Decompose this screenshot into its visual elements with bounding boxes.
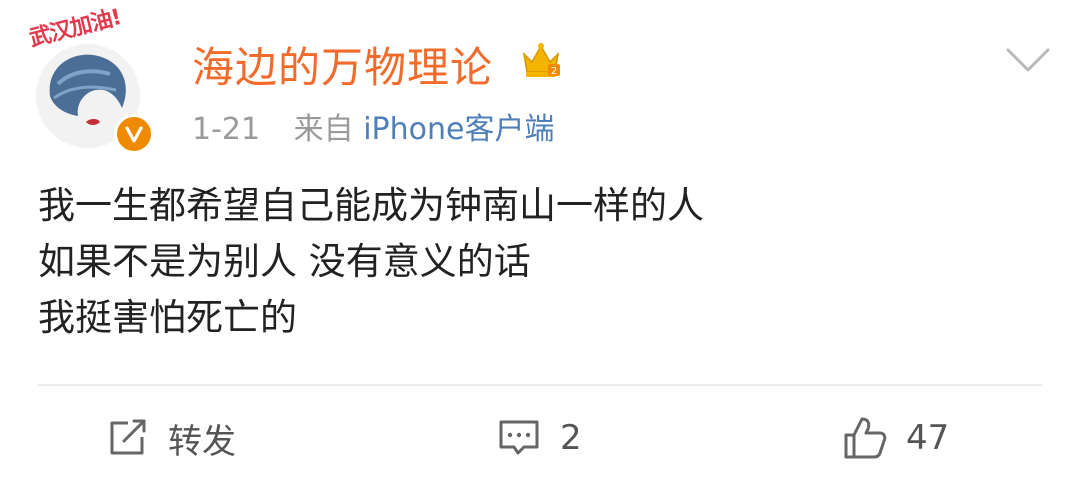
action-bar: 转发 2 47 xyxy=(0,408,1080,468)
comment-count: 2 xyxy=(560,418,582,458)
content-line: 我挺害怕死亡的 xyxy=(38,296,297,339)
avatar[interactable]: 武汉加油! xyxy=(27,5,168,154)
username[interactable]: 海边的万物理论 xyxy=(192,34,493,95)
thumbs-up-icon xyxy=(844,417,887,459)
svg-text:2: 2 xyxy=(551,66,557,77)
like-count: 47 xyxy=(906,418,950,458)
post-time: 1-21 xyxy=(192,112,261,147)
content-line: 如果不是为别人 没有意义的话 xyxy=(38,240,531,283)
chevron-down-icon[interactable] xyxy=(1000,40,1056,80)
content-line: 我一生都希望自己能成为钟南山一样的人 xyxy=(38,184,704,227)
verified-v-icon xyxy=(125,126,143,143)
comment-button[interactable]: 2 xyxy=(496,408,582,468)
post-meta: 1-21 来自 iPhone客户端 xyxy=(192,104,554,148)
source-prefix: 来自 xyxy=(293,112,354,147)
vip-badge-icon xyxy=(114,114,154,154)
repost-label: 转发 xyxy=(168,421,236,462)
weibo-post-card: 武汉加油! 海边的万物理论 2 1-21 来自 iPhone客户端 我一生都希望… xyxy=(0,0,1080,488)
crown-icon[interactable]: 2 xyxy=(520,40,562,80)
repost-icon xyxy=(110,419,146,455)
like-button[interactable]: 47 xyxy=(842,408,949,468)
source-link[interactable]: iPhone客户端 xyxy=(363,112,554,147)
post-content: 我一生都希望自己能成为钟南山一样的人 如果不是为别人 没有意义的话 我挺害怕死亡… xyxy=(38,178,704,346)
repost-button[interactable]: 转发 xyxy=(104,408,236,468)
comment-icon xyxy=(499,420,539,455)
divider xyxy=(38,384,1042,386)
